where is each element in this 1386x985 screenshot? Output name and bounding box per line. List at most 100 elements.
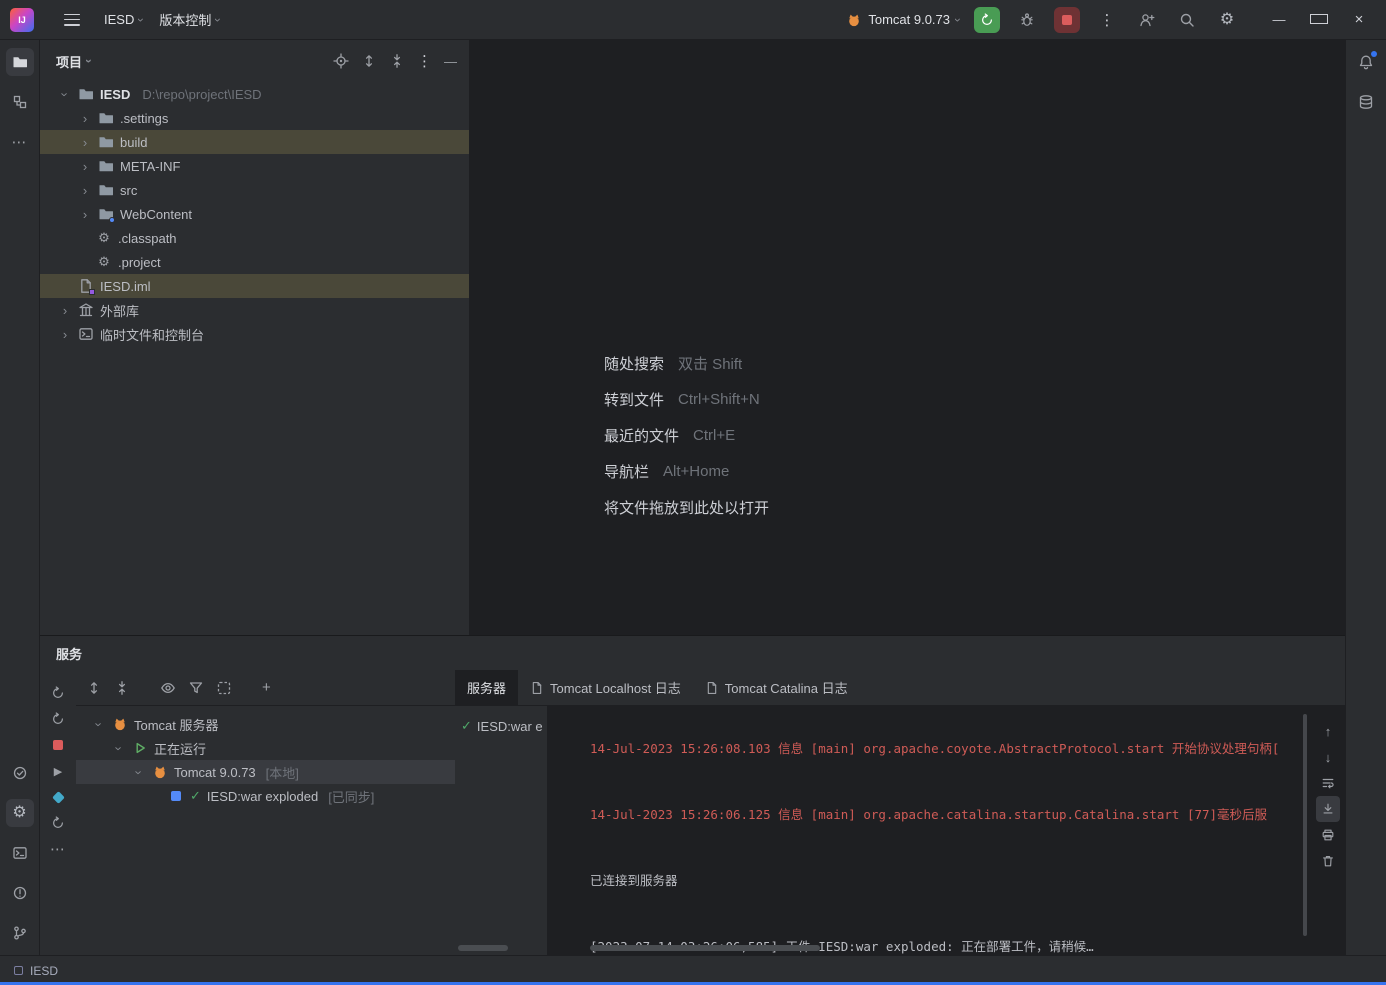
plus-icon[interactable]: +	[262, 679, 271, 696]
run-config-label: Tomcat 9.0.73	[868, 12, 950, 27]
project-selector[interactable]: IESD ›	[96, 7, 151, 32]
tree-item-scratches[interactable]: › 临时文件和控制台	[40, 322, 469, 346]
expand-all-icon[interactable]	[86, 680, 102, 696]
panel-options-icon[interactable]: ⋮	[417, 52, 432, 70]
project-selector-label: IESD	[104, 12, 135, 27]
chevron-collapsed-icon[interactable]: ›	[78, 111, 92, 126]
soft-wrap-button[interactable]	[1316, 770, 1340, 796]
vcs-selector[interactable]: 版本控制 ›	[151, 5, 228, 34]
tool-commit-button[interactable]	[6, 759, 34, 787]
tool-git-button[interactable]	[6, 919, 34, 947]
chevron-expanded-icon[interactable]: ›	[112, 741, 127, 755]
debug-button[interactable]	[1014, 7, 1040, 33]
service-item-war-exploded[interactable]: ✓ IESD:war exploded [已同步]	[76, 784, 455, 808]
minimize-button[interactable]: —	[1270, 12, 1288, 27]
expand-all-icon[interactable]	[361, 53, 377, 69]
tool-project-button[interactable]	[5, 48, 34, 76]
tree-item-src[interactable]: › src	[40, 178, 469, 202]
scroll-down-button[interactable]: ↓	[1316, 744, 1340, 770]
tree-item-iesd-iml[interactable]: IESD.iml	[40, 274, 469, 298]
tree-item-meta-inf[interactable]: › META-INF	[40, 154, 469, 178]
service-item-tomcat-9073[interactable]: › Tomcat 9.0.73 [本地]	[76, 760, 455, 784]
stop-button[interactable]	[1054, 6, 1080, 33]
collapse-all-icon[interactable]	[114, 680, 130, 696]
close-button[interactable]: ×	[1350, 11, 1368, 28]
scroll-up-button[interactable]: ↑	[1316, 718, 1340, 744]
tree-item-external-libraries[interactable]: › 外部库	[40, 298, 469, 322]
service-item-tomcat-server[interactable]: › Tomcat 服务器	[76, 712, 455, 736]
services-panel-title[interactable]: 服务	[40, 636, 1345, 670]
chevron-collapsed-icon[interactable]: ›	[78, 183, 92, 198]
console-output[interactable]: 14-Jul-2023 15:26:08.103 信息 [main] org.a…	[548, 706, 1345, 955]
locate-file-icon[interactable]	[333, 53, 349, 69]
tree-item-iesd-root[interactable]: › IESD D:\repo\project\IESD	[40, 82, 469, 106]
collapse-all-icon[interactable]	[389, 53, 405, 69]
right-activity-bar	[1345, 40, 1386, 955]
settings-button[interactable]: ⚙	[1214, 7, 1240, 33]
chevron-collapsed-icon[interactable]: ›	[78, 159, 92, 174]
rerun-server-button[interactable]	[45, 706, 71, 732]
more-tool-windows-button[interactable]: ⋯	[6, 128, 34, 156]
tree-item-project-file[interactable]: ⚙ .project	[40, 250, 469, 274]
services-tool-window: 服务 ▶ ⋯ + › Tomcat 服务器 › 正在运行 › Tomcat 9.…	[40, 635, 1345, 955]
console-line: 已连接到服务器	[590, 873, 678, 888]
console-line: 14-Jul-2023 15:26:08.103 信息 [main] org.a…	[590, 741, 1280, 756]
database-icon	[1358, 94, 1374, 110]
tool-services-button[interactable]: ⚙	[5, 799, 34, 827]
chevron-collapsed-icon[interactable]: ›	[58, 303, 72, 318]
rerun-button[interactable]	[974, 6, 1000, 33]
library-icon	[78, 302, 94, 318]
deployment-item[interactable]: ✓ IESD:war e	[455, 714, 547, 738]
structure-icon	[12, 94, 28, 110]
horizontal-scrollbar[interactable]	[458, 945, 508, 951]
view-options-icon[interactable]	[160, 680, 176, 696]
tool-structure-button[interactable]	[6, 88, 34, 116]
status-bar: IESD	[0, 955, 1386, 985]
notification-badge	[1371, 51, 1377, 57]
sync-button[interactable]	[45, 810, 71, 836]
tab-tomcat-catalina-log[interactable]: Tomcat Catalina 日志	[693, 670, 860, 705]
tool-database-button[interactable]	[1352, 88, 1380, 116]
chevron-collapsed-icon[interactable]: ›	[78, 207, 92, 222]
more-options-button[interactable]: ⋯	[45, 836, 71, 862]
chevron-expanded-icon[interactable]: ›	[132, 765, 147, 779]
print-button[interactable]	[1316, 822, 1340, 848]
run-config-selector[interactable]: Tomcat 9.0.73 ›	[846, 12, 965, 28]
service-item-running[interactable]: › 正在运行	[76, 736, 455, 760]
hint-goto-file: 转到文件 Ctrl+Shift+N	[604, 390, 760, 409]
hide-panel-icon[interactable]: —	[444, 54, 457, 69]
maximize-button[interactable]	[1310, 12, 1328, 27]
commit-icon	[12, 765, 28, 781]
tab-server[interactable]: 服务器	[455, 670, 519, 705]
filter-icon[interactable]	[188, 680, 204, 696]
status-project-widget[interactable]: IESD	[14, 964, 58, 978]
more-actions-button[interactable]: ⋮	[1094, 7, 1120, 33]
chevron-collapsed-icon[interactable]: ›	[58, 327, 72, 342]
search-everywhere-button[interactable]	[1174, 7, 1200, 33]
chevron-expanded-icon[interactable]: ›	[58, 87, 73, 101]
vertical-scrollbar[interactable]	[1303, 714, 1307, 936]
horizontal-scrollbar[interactable]	[590, 945, 820, 951]
notifications-button[interactable]	[1352, 48, 1380, 76]
folder-icon	[98, 158, 114, 174]
stop-server-button[interactable]	[45, 732, 71, 758]
tab-tomcat-localhost-log[interactable]: Tomcat Localhost 日志	[518, 670, 693, 705]
deploy-button[interactable]: ▶	[45, 758, 71, 784]
code-with-me-button[interactable]	[1134, 7, 1160, 33]
project-panel-title[interactable]: 项目 ›	[56, 52, 96, 71]
chevron-expanded-icon[interactable]: ›	[92, 717, 107, 731]
add-service-icon[interactable]	[216, 680, 232, 696]
tree-item-build[interactable]: › build	[40, 130, 469, 154]
tree-item-webcontent[interactable]: › WebContent	[40, 202, 469, 226]
tool-problems-button[interactable]	[6, 879, 34, 907]
tree-item-settings[interactable]: › .settings	[40, 106, 469, 130]
scroll-to-end-button[interactable]	[1316, 796, 1340, 822]
refresh-button[interactable]	[45, 680, 71, 706]
chevron-collapsed-icon[interactable]: ›	[78, 135, 92, 150]
tool-terminal-button[interactable]	[6, 839, 34, 867]
tree-item-classpath[interactable]: ⚙ .classpath	[40, 226, 469, 250]
debug-deploy-button[interactable]	[45, 784, 71, 810]
clear-console-button[interactable]	[1316, 848, 1340, 874]
hint-search-everywhere: 随处搜索 双击 Shift	[604, 355, 743, 373]
main-menu-button[interactable]	[64, 13, 80, 26]
